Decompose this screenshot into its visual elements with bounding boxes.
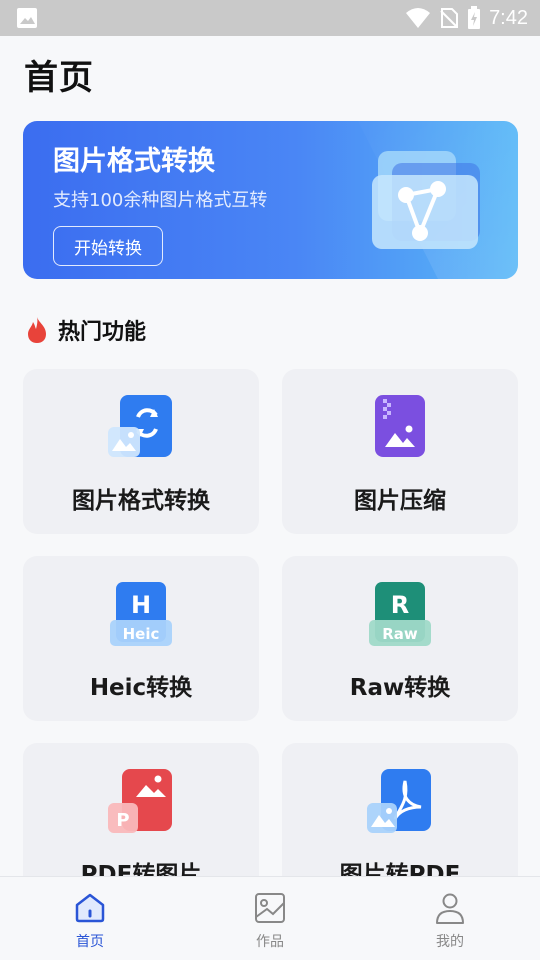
feature-label: 图片压缩 (354, 488, 446, 514)
raw-badge-text: Raw (382, 625, 418, 643)
pdf-to-image-icon: P (108, 769, 172, 833)
heic-icon-letter: H (131, 591, 151, 619)
status-bar: 7:42 (0, 0, 540, 36)
heic-badge-text: Heic (123, 625, 160, 643)
feature-label: Raw转换 (349, 675, 451, 701)
flame-icon (28, 317, 46, 343)
wifi-icon (406, 8, 431, 28)
feature-card-raw[interactable]: R Raw Raw转换 (282, 556, 518, 721)
nav-item-home[interactable]: 首页 (0, 877, 180, 960)
feature-card-image-convert[interactable]: 图片格式转换 (23, 369, 259, 534)
feature-card-heic[interactable]: H Heic Heic转换 (23, 556, 259, 721)
hot-features-header: 热门功能 (26, 314, 146, 346)
bottom-nav: 首页 作品 我的 (0, 876, 540, 960)
banner-subtitle: 支持100余种图片格式互转 (53, 190, 268, 211)
nav-item-profile[interactable]: 我的 (360, 877, 540, 960)
feature-card-image-compress[interactable]: 图片压缩 (282, 369, 518, 534)
nav-label-works: 作品 (256, 934, 284, 950)
nav-item-works[interactable]: 作品 (180, 877, 360, 960)
raw-icon-letter: R (391, 591, 409, 619)
gallery-icon (255, 893, 285, 923)
page-title: 首页 (24, 58, 94, 98)
hero-banner[interactable]: 图片格式转换 支持100余种图片格式互转 开始转换 (23, 121, 518, 279)
folder-convert-illustration (372, 151, 480, 249)
gallery-notification-icon (17, 8, 37, 28)
no-sim-icon (440, 8, 459, 28)
feature-label: Heic转换 (89, 675, 193, 701)
nav-label-home: 首页 (76, 934, 104, 950)
image-convert-icon (108, 395, 172, 457)
feature-label: 图片格式转换 (72, 488, 210, 514)
banner-title: 图片格式转换 (53, 146, 215, 177)
start-convert-button[interactable]: 开始转换 (53, 226, 163, 266)
image-compress-icon (375, 395, 425, 457)
clock: 7:42 (489, 6, 528, 29)
profile-icon (436, 893, 464, 924)
pdf-badge-letter: P (116, 810, 129, 831)
home-icon (75, 893, 105, 923)
heic-icon: H Heic (110, 582, 172, 646)
raw-icon: R Raw (369, 582, 431, 646)
battery-icon (468, 6, 481, 29)
image-to-pdf-icon (367, 769, 431, 833)
nav-label-profile: 我的 (436, 934, 464, 950)
section-title: 热门功能 (58, 320, 147, 345)
